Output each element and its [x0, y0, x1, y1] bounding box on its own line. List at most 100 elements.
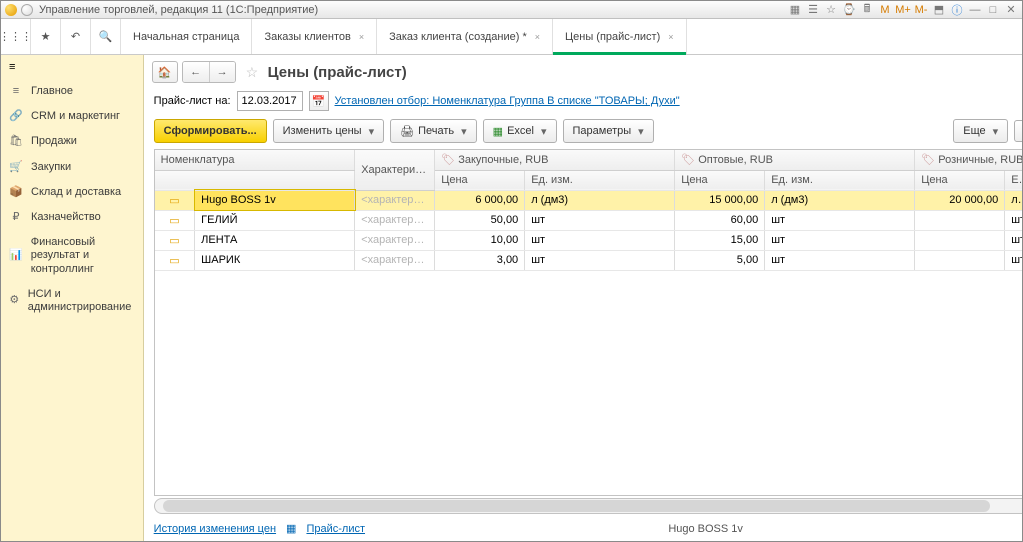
- tb-icon[interactable]: ⬒: [932, 3, 946, 17]
- printer-icon: 🖨: [400, 125, 414, 138]
- tab-order-create[interactable]: Заказ клиента (создание) *×: [377, 19, 553, 54]
- tb-icon[interactable]: ☆: [824, 3, 838, 17]
- home-button[interactable]: 🏠: [152, 61, 178, 83]
- home-icon: ≡: [9, 85, 23, 98]
- chevron-down-icon: ▾: [461, 125, 467, 138]
- maximize-button[interactable]: □: [986, 3, 1000, 17]
- close-button[interactable]: ✕: [1004, 3, 1018, 17]
- tb-icon[interactable]: M-: [914, 3, 928, 17]
- toolbar: Сформировать... Изменить цены▾ 🖨Печать▾ …: [144, 119, 1022, 149]
- excel-icon: ▦: [493, 125, 503, 138]
- col-price2[interactable]: Цена: [675, 170, 765, 190]
- calendar-button[interactable]: 📅: [309, 91, 329, 111]
- history-link[interactable]: История изменения цен: [154, 523, 276, 535]
- page-close[interactable]: ×: [1020, 64, 1022, 80]
- link-icon[interactable]: ↶: [61, 19, 91, 54]
- chevron-down-icon: ▾: [541, 125, 547, 138]
- forward-button[interactable]: →: [209, 62, 235, 82]
- date-input[interactable]: 12.03.2017: [237, 91, 303, 111]
- minimize-button[interactable]: —: [968, 3, 982, 17]
- gear-icon: ⚙: [9, 294, 20, 307]
- main-area: 🏠 ← → ☆ Цены (прайс-лист) × Прайс-лист н…: [144, 55, 1022, 541]
- page-header: 🏠 ← → ☆ Цены (прайс-лист) ×: [144, 55, 1022, 87]
- sidebar-toggle[interactable]: ≡: [1, 55, 143, 79]
- item-icon: ▭: [169, 195, 179, 207]
- more-button[interactable]: Еще▾: [953, 119, 1008, 143]
- print-button[interactable]: 🖨Печать▾: [390, 119, 477, 143]
- app-window: Управление торговлей, редакция 11 (1С:Пр…: [0, 0, 1023, 542]
- table-row[interactable]: ▭ Hugo BOSS 1v <характерист... 6 000,00 …: [155, 190, 1022, 210]
- status-current: Hugo BOSS 1v: [375, 523, 1022, 535]
- table-row[interactable]: ▭ ЛЕНТА <характерист... 10,00 шт 15,00 ш…: [155, 230, 1022, 250]
- tb-icon[interactable]: M+: [896, 3, 910, 17]
- tag-icon: 🏷: [441, 154, 455, 166]
- params-button[interactable]: Параметры▾: [563, 119, 654, 143]
- tb-icon[interactable]: ⓘ: [950, 3, 964, 17]
- apps-icon[interactable]: ⋮⋮⋮: [1, 19, 31, 54]
- tab-orders[interactable]: Заказы клиентов×: [252, 19, 377, 54]
- col-group3[interactable]: 🏷 Розничные, RUB: [915, 150, 1022, 170]
- grid-body: ▭ Hugo BOSS 1v <характерист... 6 000,00 …: [155, 190, 1022, 270]
- cell-name[interactable]: Hugo BOSS 1v: [195, 190, 355, 210]
- excel-button[interactable]: ▦Excel▾: [483, 119, 557, 143]
- sidebar-item-main[interactable]: ≡Главное: [1, 79, 143, 104]
- tb-icon[interactable]: ▦: [788, 3, 802, 17]
- col-group2[interactable]: 🏷 Оптовые, RUB: [675, 150, 915, 170]
- sidebar-item-finance[interactable]: 📊Финансовый результат и контроллинг: [1, 230, 143, 282]
- statusbar: История изменения цен ▦ Прайс-лист Hugo …: [144, 516, 1022, 541]
- col-price3[interactable]: Цена: [915, 170, 1005, 190]
- tb-icon[interactable]: 🖩: [860, 3, 874, 17]
- item-icon: ▭: [169, 235, 179, 247]
- doc-icon: ▦: [286, 522, 296, 535]
- pricelist-link[interactable]: Прайс-лист: [306, 523, 365, 535]
- tabs: Начальная страница Заказы клиентов× Зака…: [121, 19, 687, 54]
- page-title: Цены (прайс-лист): [268, 64, 407, 81]
- main-tabstrip: ⋮⋮⋮ ★ ↶ 🔍 Начальная страница Заказы клие…: [1, 19, 1022, 55]
- tb-icon[interactable]: M: [878, 3, 892, 17]
- tag-icon: 🏷: [681, 154, 695, 166]
- col-unit3[interactable]: Ед. изм.: [1005, 170, 1022, 190]
- table-row[interactable]: ▭ ГЕЛИЙ <характерист... 50,00 шт 60,00 ш…: [155, 210, 1022, 230]
- col-unit2[interactable]: Ед. изм.: [765, 170, 915, 190]
- sidebar-item-money[interactable]: ₽Казначейство: [1, 205, 143, 230]
- tb-icon[interactable]: ⌚: [842, 3, 856, 17]
- close-icon[interactable]: ×: [668, 32, 673, 42]
- item-icon: ▭: [169, 215, 179, 227]
- form-button[interactable]: Сформировать...: [154, 119, 267, 143]
- tab-home[interactable]: Начальная страница: [121, 19, 252, 54]
- close-icon[interactable]: ×: [359, 32, 364, 42]
- col-nomen[interactable]: Номенклатура: [155, 150, 355, 170]
- col-price1[interactable]: Цена: [435, 170, 525, 190]
- change-prices-button[interactable]: Изменить цены▾: [273, 119, 384, 143]
- col-unit1[interactable]: Ед. изм.: [525, 170, 675, 190]
- money-icon: ₽: [9, 211, 23, 224]
- h-scrollbar[interactable]: [154, 498, 1022, 514]
- filter-row: Прайс-лист на: 12.03.2017 📅 Установлен о…: [144, 87, 1022, 119]
- back-button[interactable]: ←: [183, 62, 209, 82]
- star-icon[interactable]: ☆: [246, 64, 264, 81]
- window-title: Управление торговлей, редакция 11 (1С:Пр…: [39, 4, 788, 16]
- col-char[interactable]: Характеристика: [355, 150, 435, 190]
- col-group1[interactable]: 🏷 Закупочные, RUB: [435, 150, 675, 170]
- sidebar-item-purchases[interactable]: 🛒Закупки: [1, 155, 143, 180]
- help-button[interactable]: ?: [1014, 120, 1022, 142]
- fav-icon[interactable]: ★: [31, 19, 61, 54]
- sidebar-item-sales[interactable]: 🛍Продажи: [1, 129, 143, 154]
- sys-icon: [21, 4, 33, 16]
- nav-buttons: ← →: [182, 61, 236, 83]
- sidebar-item-warehouse[interactable]: 📦Склад и доставка: [1, 180, 143, 205]
- close-icon[interactable]: ×: [535, 32, 540, 42]
- search-icon[interactable]: 🔍: [91, 19, 121, 54]
- date-label: Прайс-лист на:: [154, 95, 231, 107]
- sidebar-item-crm[interactable]: 🔗CRM и маркетинг: [1, 104, 143, 129]
- sidebar-item-admin[interactable]: ⚙НСИ и администрирование: [1, 282, 143, 320]
- app-icon: [5, 4, 17, 16]
- tb-icon[interactable]: ☰: [806, 3, 820, 17]
- filter-link[interactable]: Установлен отбор: Номенклатура Группа В …: [335, 95, 680, 107]
- tab-prices[interactable]: Цены (прайс-лист)×: [553, 19, 686, 54]
- table-row[interactable]: ▭ ШАРИК <характерист... 3,00 шт 5,00 шт …: [155, 250, 1022, 270]
- item-icon: ▭: [169, 255, 179, 267]
- price-grid[interactable]: Номенклатура Характеристика 🏷 Закупочные…: [154, 149, 1022, 496]
- titlebar-tools: ▦ ☰ ☆ ⌚ 🖩 M M+ M- ⬒ ⓘ — □ ✕: [788, 3, 1018, 17]
- titlebar: Управление торговлей, редакция 11 (1С:Пр…: [1, 1, 1022, 19]
